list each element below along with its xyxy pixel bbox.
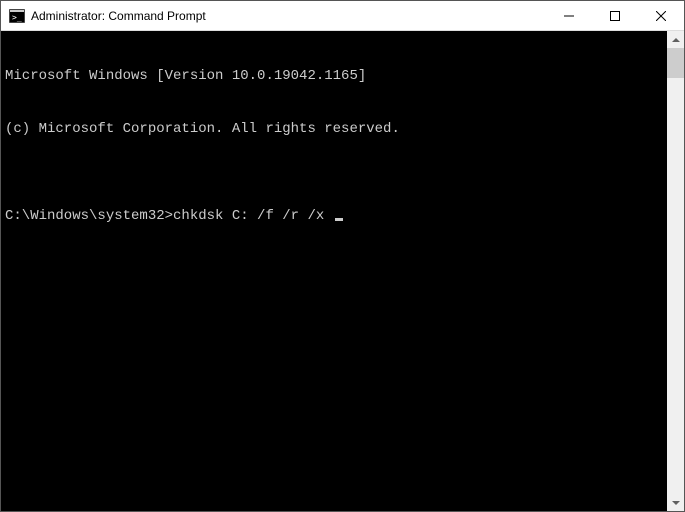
prompt-path: C:\Windows\system32> xyxy=(5,208,173,224)
typed-command: chkdsk C: /f /r /x xyxy=(173,208,324,224)
scroll-down-button[interactable] xyxy=(667,494,684,511)
window-controls xyxy=(546,1,684,30)
minimize-button[interactable] xyxy=(546,1,592,30)
scroll-thumb[interactable] xyxy=(667,48,684,78)
chevron-down-icon xyxy=(672,501,680,505)
maximize-icon xyxy=(610,11,620,21)
scroll-up-button[interactable] xyxy=(667,31,684,48)
svg-text:>_: >_ xyxy=(12,13,22,22)
vertical-scrollbar[interactable] xyxy=(667,31,684,511)
content-area: Microsoft Windows [Version 10.0.19042.11… xyxy=(1,31,684,511)
close-button[interactable] xyxy=(638,1,684,30)
scroll-track[interactable] xyxy=(667,48,684,494)
prompt-line: C:\Windows\system32>chkdsk C: /f /r /x xyxy=(5,208,663,226)
chevron-up-icon xyxy=(672,38,680,42)
version-line: Microsoft Windows [Version 10.0.19042.11… xyxy=(5,68,663,86)
minimize-icon xyxy=(564,11,574,21)
command-prompt-window: >_ Administrator: Command Prompt xyxy=(0,0,685,512)
window-title: Administrator: Command Prompt xyxy=(31,9,546,23)
cursor xyxy=(335,218,343,221)
close-icon xyxy=(656,11,666,21)
copyright-line: (c) Microsoft Corporation. All rights re… xyxy=(5,121,663,139)
terminal[interactable]: Microsoft Windows [Version 10.0.19042.11… xyxy=(1,31,667,511)
maximize-button[interactable] xyxy=(592,1,638,30)
cmd-icon: >_ xyxy=(9,8,25,24)
titlebar[interactable]: >_ Administrator: Command Prompt xyxy=(1,1,684,31)
